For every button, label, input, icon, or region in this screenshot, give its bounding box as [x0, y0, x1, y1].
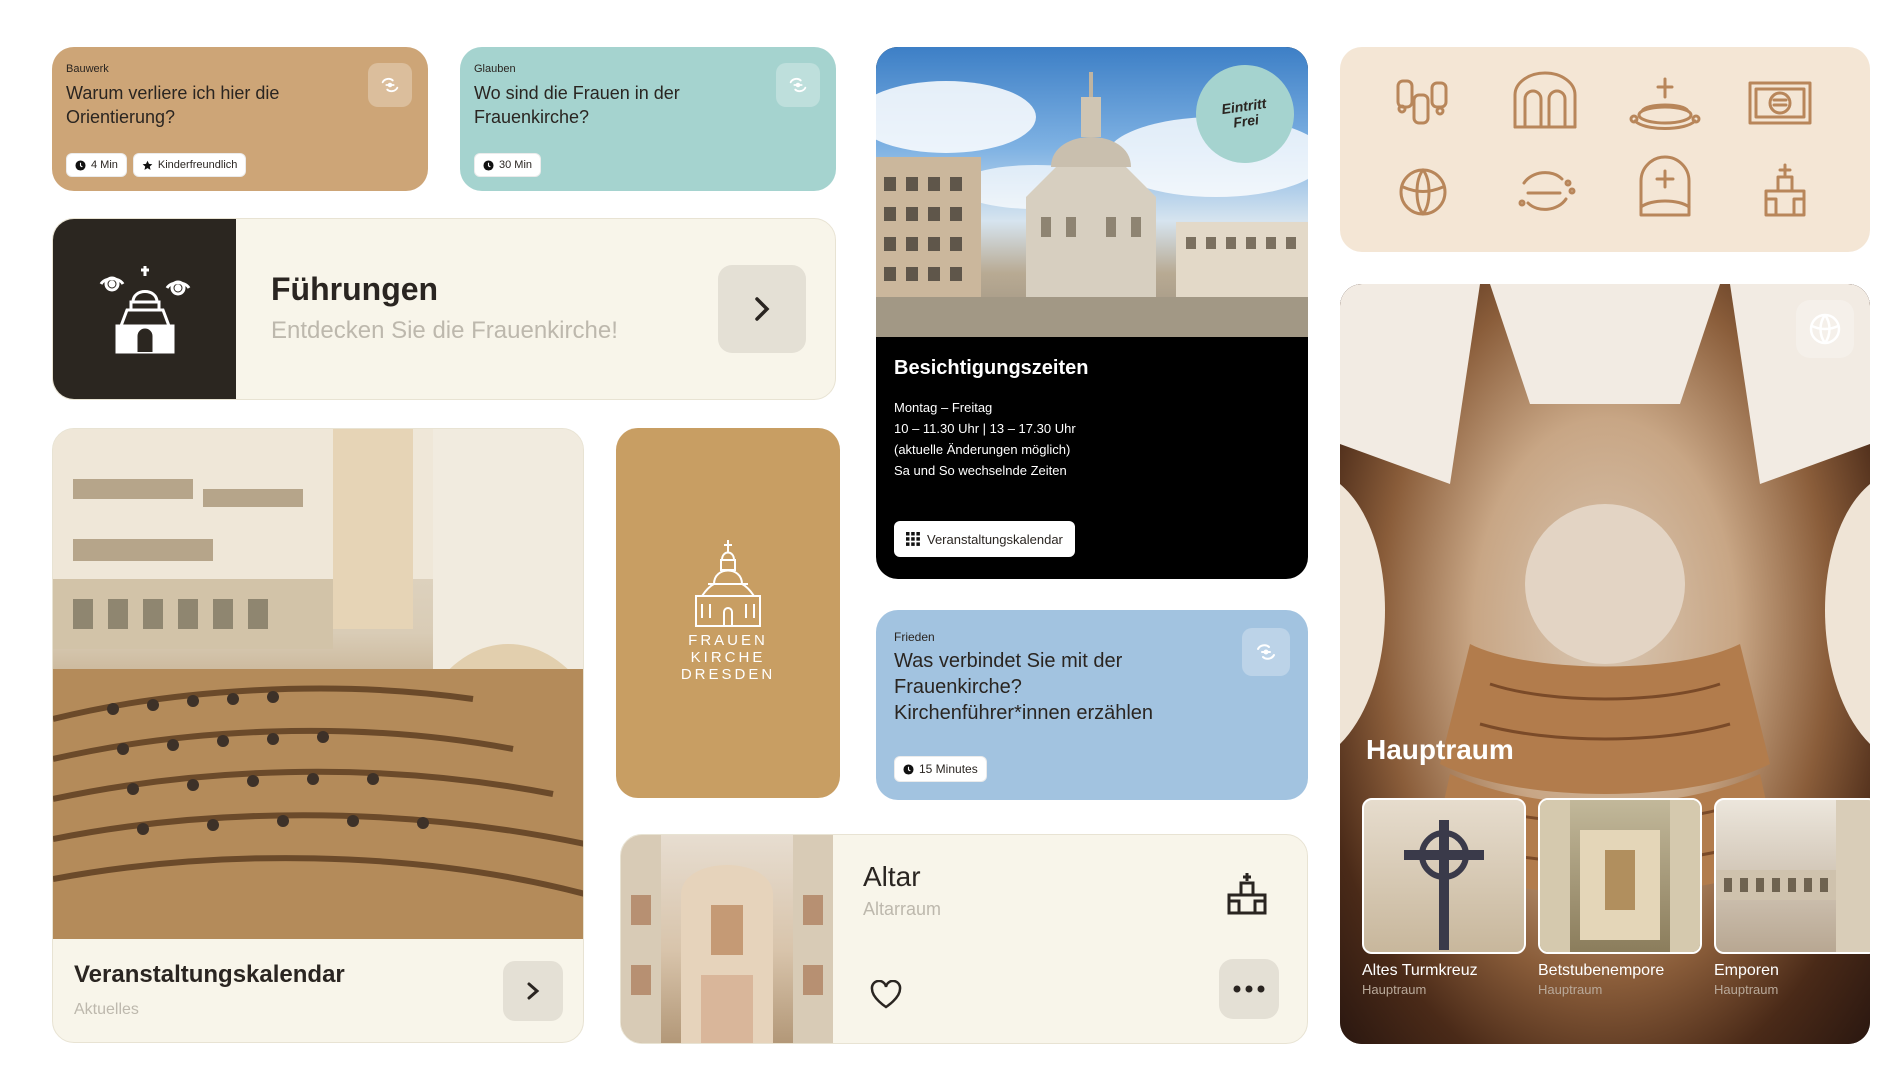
item-subtitle: Hauptraum [1538, 982, 1603, 997]
visiting-title: Besichtigungszeiten [894, 357, 1089, 379]
altar-card[interactable]: Altar Altarraum [620, 834, 1308, 1044]
main-room-title: Hauptraum [1366, 734, 1514, 765]
topic-card-women[interactable]: Glauben Wo sind die Frauen in der Frauen… [460, 47, 836, 191]
main-room-card[interactable]: Hauptraum Altes Turmkreuz Hauptraum Bets… [1340, 284, 1870, 1044]
clock-icon [903, 763, 914, 775]
list-item[interactable]: Betstubenempore Hauptraum [1538, 798, 1702, 997]
topic-category: Frieden [894, 630, 935, 644]
prayer-gallery-thumb [1538, 798, 1702, 954]
globe-icon [1809, 313, 1841, 345]
chevron-right-icon [527, 982, 540, 1000]
item-title: Altes Turmkreuz [1362, 962, 1478, 979]
heart-icon[interactable] [869, 980, 903, 1010]
events-subtitle: Aktuelles [74, 1001, 139, 1018]
tours-card[interactable]: Führungen Entdecken Sie die Frauenkirche… [52, 218, 836, 400]
grid-icon [906, 532, 920, 546]
figures-icon[interactable] [1396, 79, 1448, 125]
events-next-button[interactable] [503, 961, 563, 1021]
tours-next-button[interactable] [718, 265, 806, 353]
chevron-right-icon [755, 297, 770, 321]
tours-icon-panel [53, 219, 236, 399]
item-subtitle: Hauptraum [1362, 982, 1427, 997]
item-title: Emporen [1714, 962, 1779, 979]
tours-title: Führungen [271, 271, 439, 307]
galleries-thumb [1714, 798, 1870, 954]
logo-card: FRAUEN KIRCHE DRESDEN [616, 428, 840, 798]
topic-category: Glauben [474, 63, 516, 75]
old-tower-cross-thumb [1362, 798, 1526, 954]
globe-icon[interactable] [1399, 168, 1447, 216]
topic-question: Wo sind die Frauen in der Frauenkirche? [474, 83, 680, 127]
topic-question: Warum verliere ich hier die Orientierung… [66, 83, 280, 127]
main-room-items: Altes Turmkreuz Hauptraum Betstubenempor… [1362, 798, 1870, 1044]
altar-icon[interactable] [1764, 163, 1806, 217]
logo-text: FRAUEN KIRCHE DRESDEN [680, 632, 776, 683]
tomb-icon[interactable] [1639, 155, 1691, 217]
topic-card-orientation[interactable]: Bauwerk Warum verliere ich hier die Orie… [52, 47, 428, 191]
kids-chip: Kinderfreundlich [132, 153, 247, 177]
swirl-icon[interactable] [1242, 628, 1290, 676]
duration-chip: 4 Min [66, 153, 127, 177]
church-exterior-photo: Eintritt Frei [876, 47, 1308, 337]
item-subtitle: Hauptraum [1714, 982, 1779, 997]
topic-question: Was verbindet Sie mit der Frauenkirche? … [894, 650, 1154, 724]
3d-view-button[interactable] [1796, 300, 1854, 358]
events-card[interactable]: Veranstaltungskalendar Aktuelles [52, 428, 584, 1043]
arches-icon[interactable] [1513, 71, 1577, 129]
altar-icon [1227, 873, 1267, 915]
tours-subtitle: Entdecken Sie die Frauenkirche! [271, 317, 618, 344]
frauenkirche-logo-icon [695, 540, 761, 627]
topic-category: Bauwerk [66, 63, 109, 75]
star-icon [142, 160, 153, 171]
item-title: Betstubenempore [1538, 962, 1665, 979]
more-options-button[interactable] [1219, 959, 1279, 1019]
swirl-icon[interactable] [776, 63, 820, 107]
more-horizontal-icon [1233, 985, 1265, 993]
icon-grid-card [1340, 47, 1870, 252]
clock-icon [75, 159, 86, 171]
events-title: Veranstaltungskalendar [74, 961, 345, 988]
list-item[interactable]: Emporen Hauptraum [1714, 798, 1870, 997]
calendar-button[interactable]: Veranstaltungskalendar [894, 521, 1075, 557]
book-icon[interactable] [1748, 81, 1812, 125]
altar-title: Altar [863, 861, 921, 892]
swirl-icon[interactable] [1518, 171, 1576, 211]
church-interior-photo [53, 429, 583, 939]
visiting-hours-card: Eintritt Frei Besichtigungszeiten Montag… [876, 47, 1308, 579]
topic-card-peace[interactable]: Frieden Was verbindet Sie mit der Frauen… [876, 610, 1308, 800]
altar-photo [621, 835, 833, 1043]
clock-icon [483, 159, 494, 171]
visiting-hours-text: Montag – Freitag 10 – 11.30 Uhr | 13 – 1… [894, 400, 1076, 478]
altar-subtitle: Altarraum [863, 899, 942, 919]
list-item[interactable]: Altes Turmkreuz Hauptraum [1362, 798, 1526, 997]
church-eyes-icon [99, 266, 190, 354]
duration-chip: 30 Min [474, 153, 542, 177]
altar-table-icon[interactable] [1629, 77, 1701, 130]
swirl-icon[interactable] [368, 63, 412, 107]
duration-chip: 15 Minutes [894, 756, 987, 782]
